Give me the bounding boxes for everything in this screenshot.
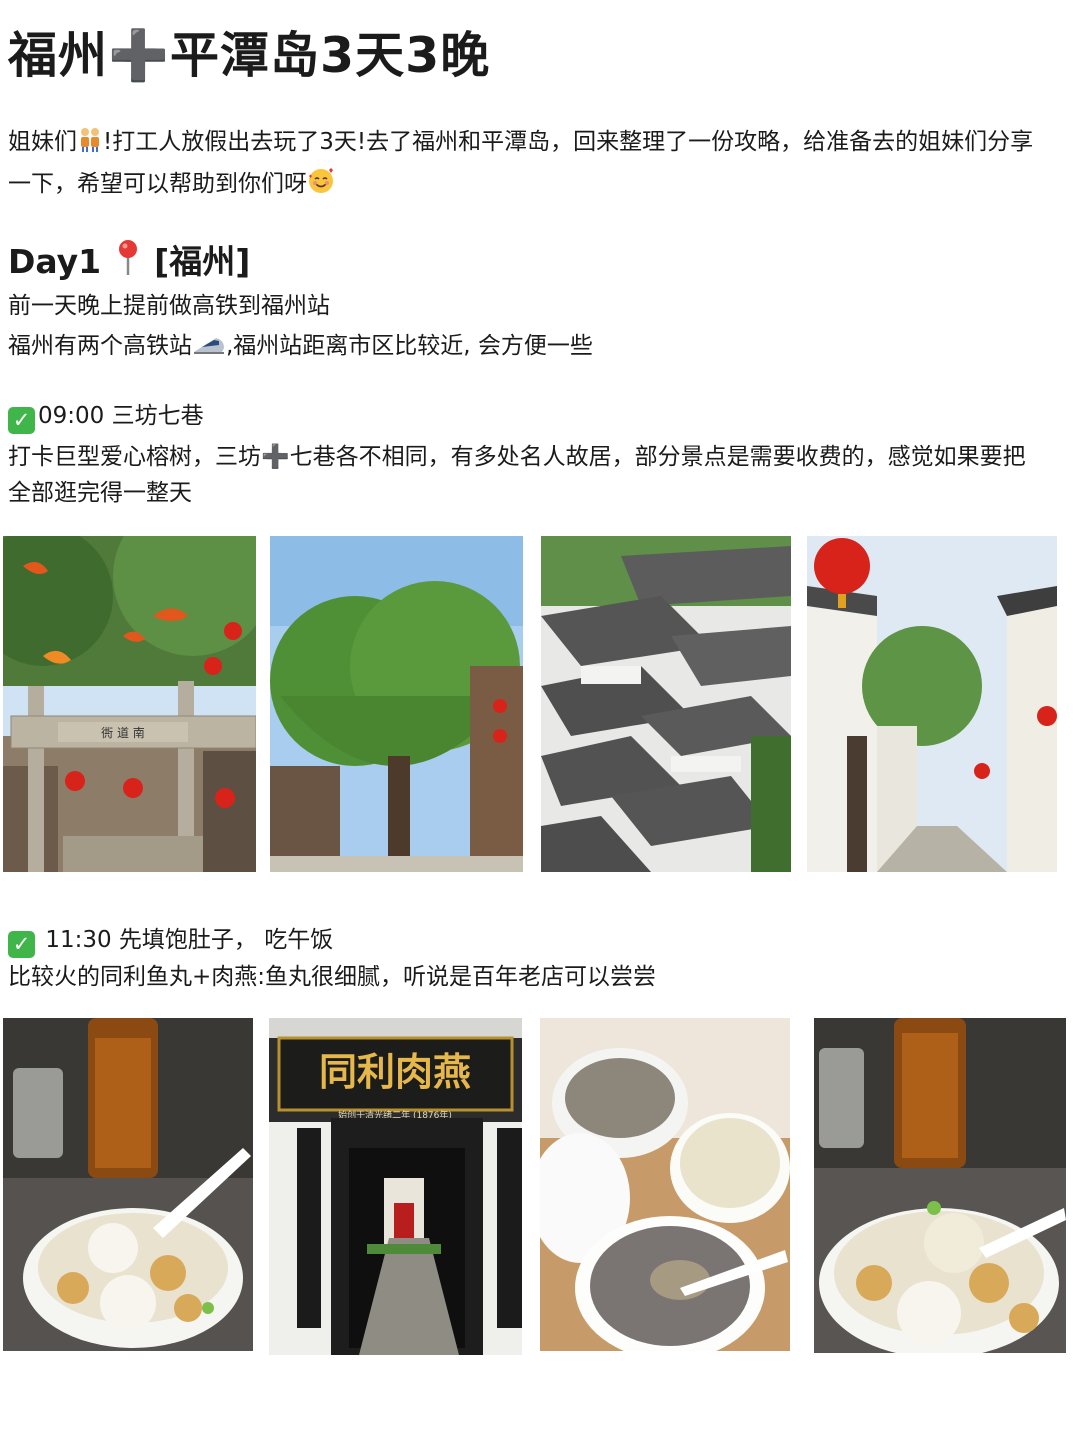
intro-line-1: 姐妹们 !打工人放假出去玩了3天!去了福州和平潭岛，回来整理了一份攻略，给准备去的…	[8, 122, 1080, 165]
day1-line-2-text-a: 福州有两个高铁站	[8, 333, 192, 359]
intro-text-c: 一下，希望可以帮助到你们呀	[8, 171, 307, 197]
desserts-bowls-photo	[540, 1018, 790, 1351]
intro-line-2: 一下，希望可以帮助到你们呀	[8, 164, 1080, 207]
day1-label: Day1	[8, 242, 102, 281]
section2-desc: 比较火的同利鱼丸+肉燕:鱼丸很细腻，听说是百年老店可以尝尝	[8, 964, 657, 990]
smiling-face-with-hearts-icon	[307, 166, 335, 207]
section2-heading: ✓ 11:30 先填饱肚子， 吃午饭	[8, 920, 333, 960]
section2-heading-text: 11:30 先填饱肚子， 吃午饭	[45, 927, 334, 953]
day1-line-1: 前一天晚上提前做高铁到福州站	[8, 293, 330, 319]
day1-line-2-text-b: ,福州站距离市区比较近, 会方便一些	[226, 333, 593, 359]
intro-text-a: 姐妹们	[8, 129, 77, 155]
day1-place: [福州]	[154, 242, 251, 281]
intro-text-b: !打工人放假出去玩了3天!去了福州和平潭岛，回来整理了一份攻略，给准备去的姐妹们…	[103, 129, 1034, 155]
archway-photo: 衖 道 南	[3, 536, 256, 872]
archway-inscription: 衖 道 南	[101, 725, 145, 740]
white-wall-alley-photo	[807, 536, 1057, 872]
high-speed-train-icon	[192, 329, 226, 369]
sisters-emoji-icon	[77, 125, 103, 165]
heart-banyan-tree-photo	[270, 536, 523, 872]
check-mark-button-icon: ✓	[8, 931, 35, 958]
fishball-soup-photo	[3, 1018, 253, 1351]
section1-heading-text: 09:00 三坊七巷	[38, 403, 204, 429]
tongli-shopfront-photo: 同利肉燕 始创于清光绪二年 (1876年)	[269, 1018, 522, 1355]
check-mark-button-icon: ✓	[8, 407, 35, 434]
rooftops-aerial-photo	[541, 536, 791, 872]
day1-line-2: 福州有两个高铁站 ,福州站距离市区比较近, 会方便一些	[8, 326, 1080, 369]
section1-heading: ✓ 09:00 三坊七巷	[8, 396, 204, 436]
round-pushpin-icon	[113, 238, 143, 291]
day1-heading: Day1 [福州]	[8, 236, 250, 291]
section1-desc-1: 打卡巨型爱心榕树，三坊➕七巷各不相同，有多处名人故居，部分景点是需要收费的，感觉…	[8, 444, 1026, 470]
fishball-soup-closeup-photo	[814, 1018, 1066, 1353]
shop-sign-text: 同利肉燕	[319, 1049, 471, 1094]
section1-desc-2: 全部逛完得一整天	[8, 480, 192, 506]
page-title: 福州➕平潭岛3天3晚	[8, 27, 491, 84]
